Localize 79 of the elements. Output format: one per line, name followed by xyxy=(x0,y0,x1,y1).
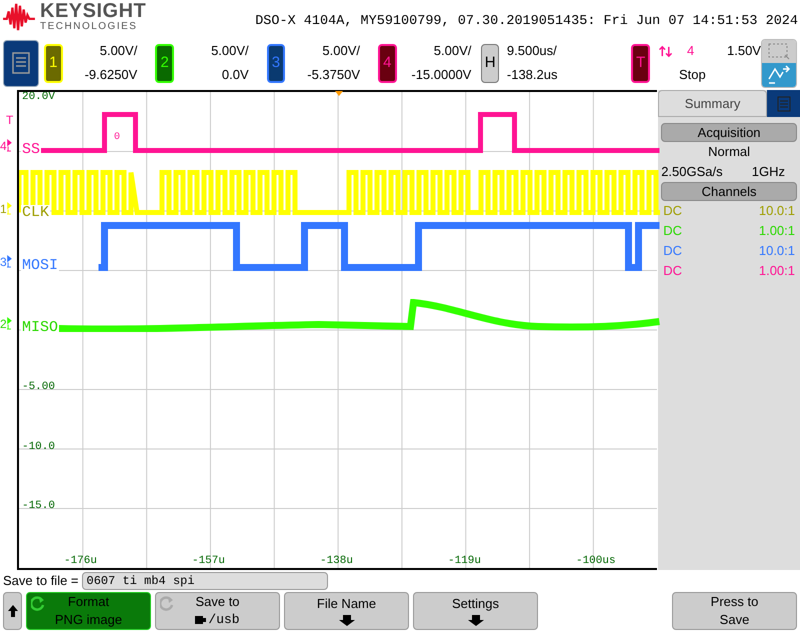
trigger-source: 4 xyxy=(687,42,696,60)
acquisition-mode: Normal xyxy=(707,143,752,161)
channel-offset: -9.6250V xyxy=(84,66,138,84)
y-axis-label: -15.0 xyxy=(22,501,55,512)
cycle-arrow-icon xyxy=(160,596,175,610)
file-name-field[interactable]: 0607 ti mb4 spi xyxy=(82,572,328,590)
section-header: Channels xyxy=(661,182,798,201)
channel-coupling: DC xyxy=(663,202,682,220)
back-button[interactable] xyxy=(3,592,22,630)
keysight-wave-logo-icon xyxy=(2,2,36,32)
summary-tab[interactable]: Summary xyxy=(658,90,768,117)
trigger-level: 1.50V xyxy=(727,42,761,60)
x-axis-label: -119u xyxy=(448,556,481,567)
ground-arrow-icon xyxy=(6,139,12,152)
waveform-icon xyxy=(767,65,791,84)
menu-icon xyxy=(10,52,31,74)
save-file-label: Save to file = xyxy=(3,572,79,590)
channel-scale: 5.00V/ xyxy=(434,42,472,60)
brand-name: KEYSIGHT xyxy=(40,1,146,21)
probe-ratio: 10.0:1 xyxy=(758,242,796,260)
menu-icon xyxy=(776,96,791,112)
y-axis-label: -10.0 xyxy=(22,442,55,453)
trigger-position-icon xyxy=(334,91,343,96)
channel-offset: 0.0V xyxy=(222,66,249,84)
channel-marker: 1 xyxy=(0,202,7,214)
channel-marker: 3 xyxy=(0,256,7,268)
probe-ratio: 10.0:1 xyxy=(758,202,796,220)
channel-coupling: DC xyxy=(663,262,682,280)
usb-drive-icon xyxy=(195,614,206,624)
channel-marker: 4 xyxy=(0,140,7,152)
down-arrow-icon xyxy=(468,614,484,626)
time-scale: 9.500us/ xyxy=(506,42,558,60)
y-axis-label: 20.0V xyxy=(22,92,55,103)
ground-arrow-icon xyxy=(6,255,12,268)
channel-offset: -5.3750V xyxy=(307,66,360,84)
softkey-button[interactable]: Save to /usb xyxy=(155,592,280,630)
run-state: Stop xyxy=(678,66,707,84)
softkey-button[interactable]: File Name xyxy=(284,592,409,630)
x-axis-label: -100us xyxy=(576,556,616,567)
channel-scale: 5.00V/ xyxy=(211,42,249,60)
zoom-box-icon xyxy=(767,42,791,61)
y-axis-label: -5.00 xyxy=(22,382,55,393)
channel-key[interactable]: 1 xyxy=(44,44,63,82)
trigger-marker: T xyxy=(6,114,14,126)
edge-either-icon xyxy=(659,44,673,58)
horizontal-key[interactable]: H xyxy=(481,44,499,82)
x-axis-label: -176u xyxy=(64,556,97,567)
time-position: -138.2us xyxy=(506,66,558,84)
channel-scale: 5.00V/ xyxy=(100,42,138,60)
bandwidth: 1GHz xyxy=(752,163,786,181)
channel-offset: -15.0000V xyxy=(411,66,472,84)
trace-label: MISO xyxy=(20,320,59,335)
ground-arrow-icon xyxy=(6,317,12,330)
cycle-arrow-icon xyxy=(31,596,46,610)
touch-mode-button[interactable] xyxy=(761,38,797,88)
brand-subtitle: TECHNOLOGIES xyxy=(40,22,138,32)
save-button[interactable]: Press to Save xyxy=(672,592,797,630)
trigger-key[interactable]: T xyxy=(631,44,650,82)
channel-key[interactable]: 2 xyxy=(155,44,174,82)
channel-marker: 2 xyxy=(0,318,7,330)
x-axis-label: -157u xyxy=(192,556,225,567)
channel-scale: 5.00V/ xyxy=(322,42,360,60)
up-arrow-icon xyxy=(8,604,18,616)
window-title: DSO-X 4104A, MY59100799, 07.30.2019051435: Fri Jun 07 14:51:53 2024 xyxy=(255,13,798,31)
probe-ratio: 1.00:1 xyxy=(758,262,796,280)
x-axis-label: -138u xyxy=(320,556,353,567)
softkey-button[interactable]: Format PNG image xyxy=(26,592,151,630)
down-arrow-icon xyxy=(338,614,354,626)
channel-coupling: DC xyxy=(663,222,682,240)
probe-ratio: 1.00:1 xyxy=(758,222,796,240)
menu-button[interactable] xyxy=(3,40,39,86)
softkey-button[interactable]: Settings xyxy=(413,592,538,630)
trace-label: MOSI xyxy=(20,258,59,273)
channel-key[interactable]: 4 xyxy=(378,44,397,82)
sample-rate: 2.50GSa/s xyxy=(661,163,723,181)
ground-arrow-icon xyxy=(6,202,12,215)
channel-coupling: DC xyxy=(663,242,682,260)
section-header: Acquisition xyxy=(661,123,798,142)
level-mark: 0 xyxy=(114,133,120,143)
